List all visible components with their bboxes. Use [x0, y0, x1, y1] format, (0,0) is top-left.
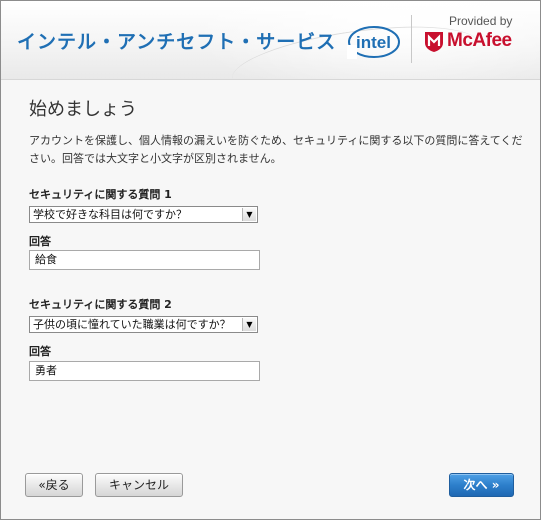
header-banner: インテル・アンチセフト・サービス intel Provided by McAfe… [1, 1, 540, 79]
question-1-select[interactable]: 学校で好きな科目は何ですか？ ▼ [29, 206, 258, 223]
question-2-selected-value: 子供の頃に憧れていた職業は何ですか？ [33, 318, 231, 331]
back-button[interactable]: «戻る [25, 473, 83, 497]
question-2-label: セキュリティに関する質問 2 [29, 298, 172, 311]
answer-2-label: 回答 [29, 345, 51, 358]
header-divider [411, 15, 412, 63]
answer-1-label: 回答 [29, 235, 51, 248]
answer-2-input[interactable]: 勇者 [29, 361, 260, 381]
svg-text:intel: intel [356, 33, 391, 52]
intel-logo: intel [347, 26, 400, 59]
app-title: インテル・アンチセフト・サービス [17, 31, 337, 53]
chevron-down-icon[interactable]: ▼ [242, 318, 256, 331]
answer-1-input[interactable]: 給食 [29, 250, 260, 270]
setup-window: インテル・アンチセフト・サービス intel Provided by McAfe… [0, 0, 541, 520]
question-2-select[interactable]: 子供の頃に憧れていた職業は何ですか？ ▼ [29, 316, 258, 333]
page-title: 始めましょう [29, 99, 137, 120]
header-separator [1, 79, 540, 80]
mcafee-shield-icon [425, 32, 443, 52]
mcafee-logo-text: McAfee [447, 30, 512, 51]
provided-by-text: Provided by [449, 14, 513, 28]
question-1-label: セキュリティに関する質問 1 [29, 188, 172, 201]
next-button[interactable]: 次へ » [449, 473, 514, 497]
chevron-down-icon[interactable]: ▼ [242, 208, 256, 221]
question-1-selected-value: 学校で好きな科目は何ですか？ [33, 208, 187, 221]
cancel-button[interactable]: キャンセル [95, 473, 183, 497]
intro-text: アカウントを保護し、個人情報の漏えいを防ぐため、セキュリティに関する以下の質問に… [29, 134, 523, 165]
